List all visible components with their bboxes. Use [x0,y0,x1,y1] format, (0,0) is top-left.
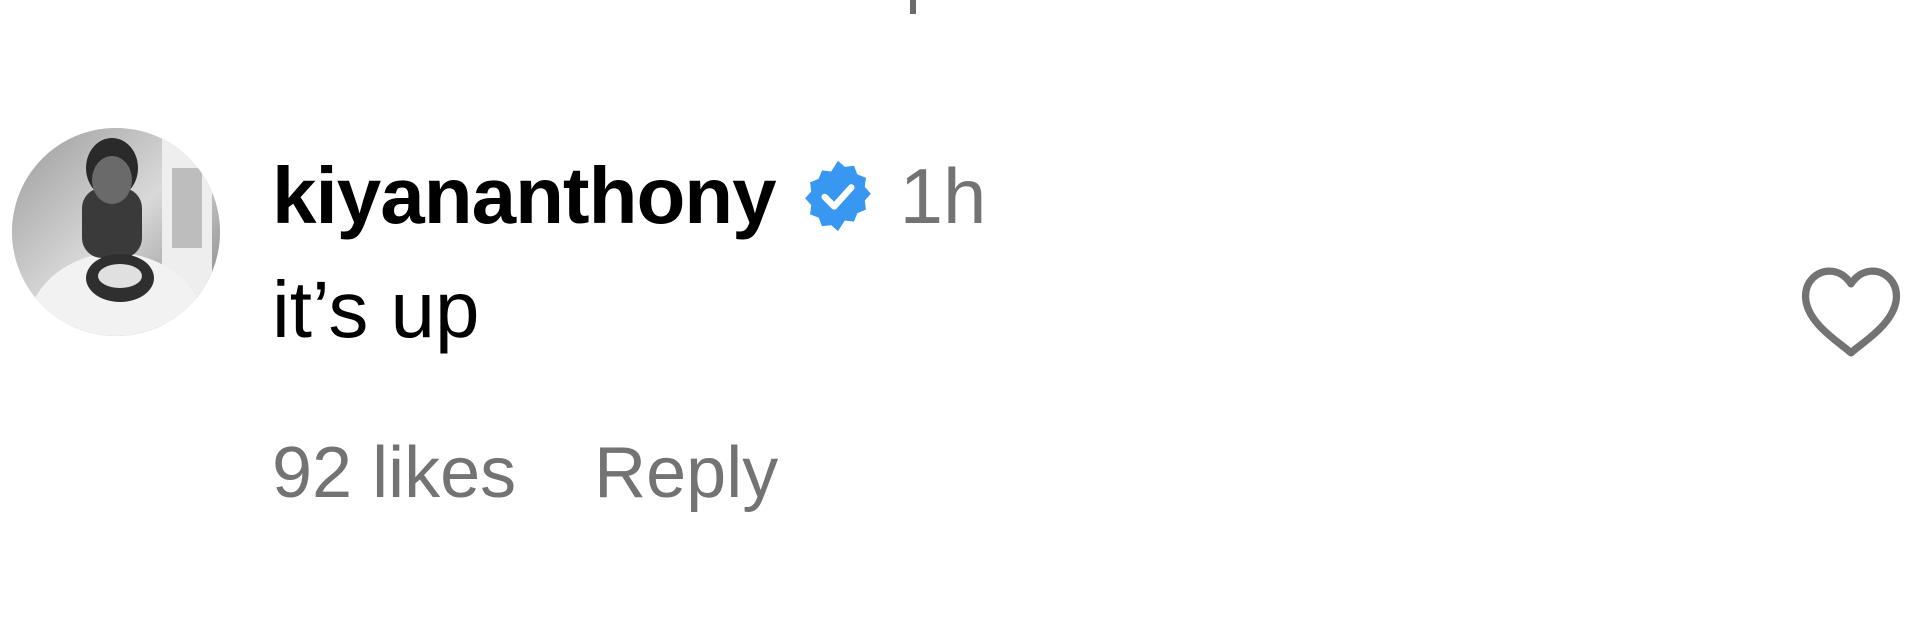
likes-count-link[interactable]: 92 likes [272,428,516,518]
like-button[interactable] [1796,262,1906,362]
comment-actions: 92 likes Reply [272,428,778,518]
comment-header: kiyananthony 1h [272,148,986,244]
avatar[interactable] [12,128,220,336]
comment-timestamp[interactable]: 1h [900,148,987,244]
reply-button[interactable]: Reply [594,428,778,518]
avatar-image [12,128,220,336]
username-link[interactable]: kiyananthony [272,148,777,244]
comment: kiyananthony 1h it’s up 92 likes Reply [0,0,1920,640]
verified-badge-icon [800,158,876,234]
heart-outline-icon [1801,267,1901,357]
comment-text: it’s up [272,265,480,354]
